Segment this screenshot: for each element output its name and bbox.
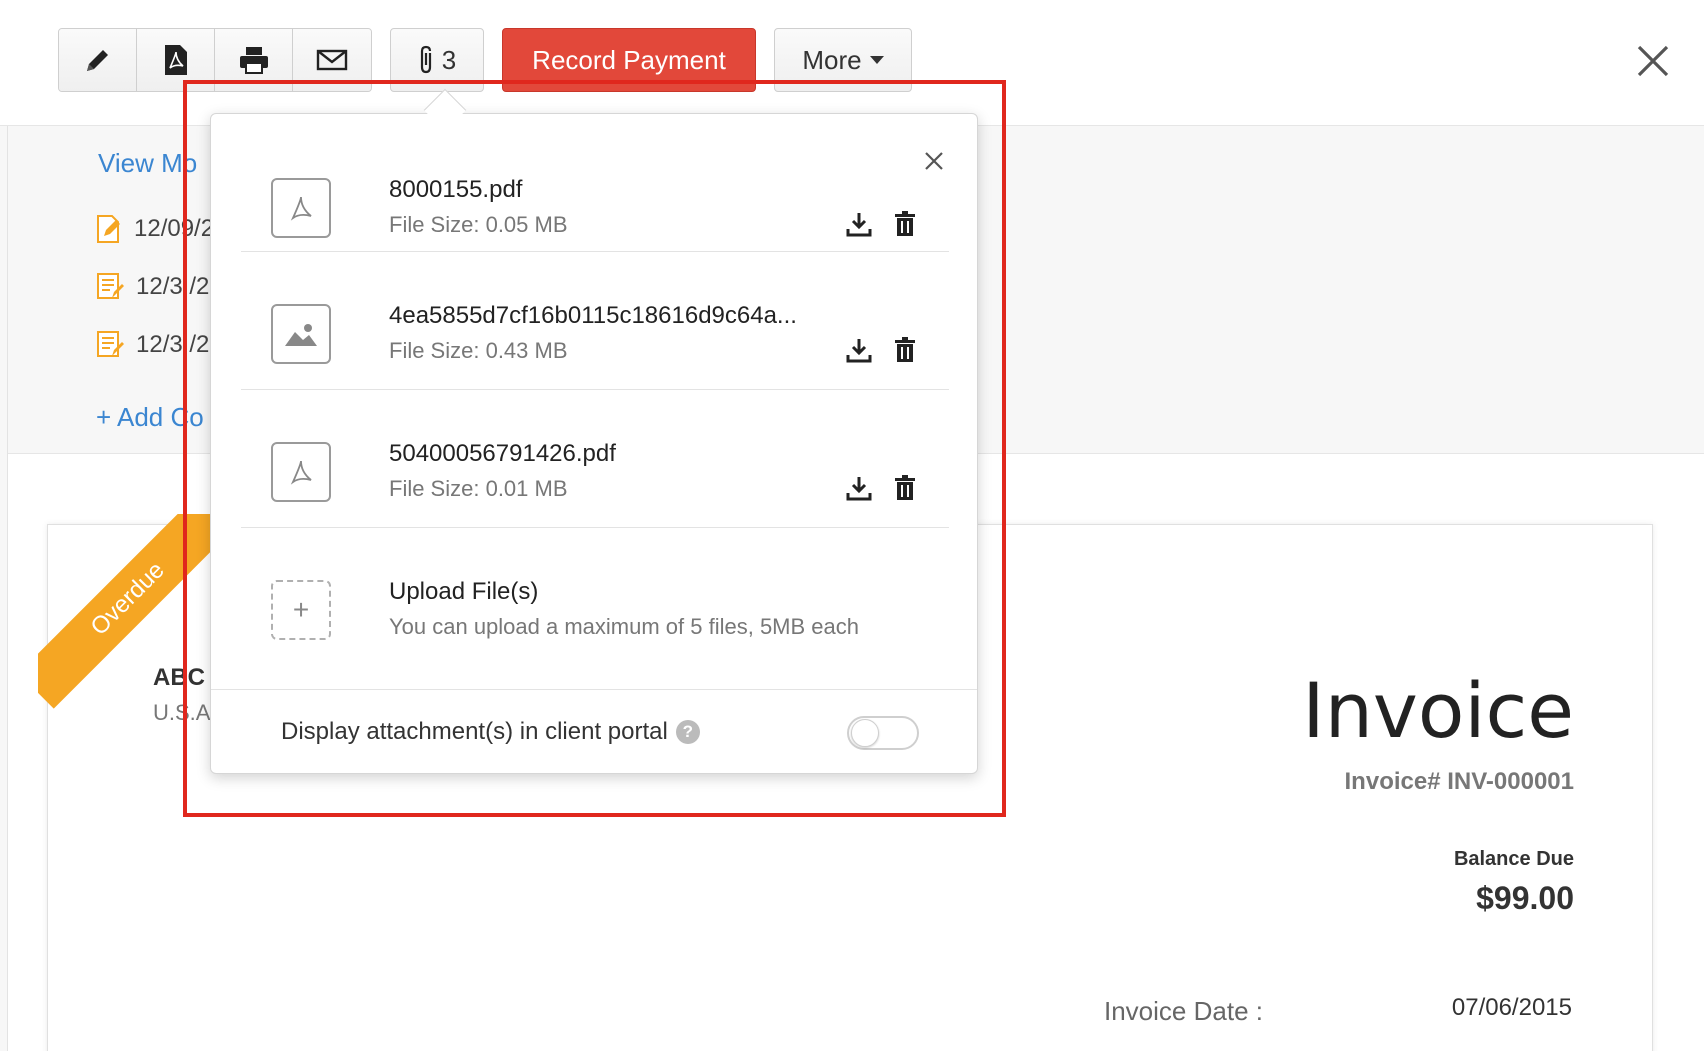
edit-button[interactable]	[59, 29, 137, 91]
pdf-file-icon	[271, 178, 331, 238]
balance-due-label: Balance Due	[1453, 848, 1574, 870]
action-button-group	[58, 28, 372, 92]
toggle-knob	[851, 719, 879, 747]
customer-name: ABC	[153, 664, 205, 691]
trash-icon[interactable]	[892, 210, 918, 238]
more-dropdown-button[interactable]: More	[774, 28, 912, 92]
activity-date: 12/3 /2	[136, 331, 210, 358]
balance-due-amount: $99.00	[1476, 880, 1574, 916]
left-edge-strip	[0, 0, 8, 1051]
caret-down-icon	[869, 56, 884, 64]
envelope-icon	[316, 49, 348, 71]
pdf-icon	[164, 45, 187, 75]
invoice-date-value: 07/06/2015	[1451, 994, 1572, 1021]
invoice-number: Invoice# INV-000001	[1344, 768, 1574, 795]
plus-icon[interactable]: +	[271, 580, 331, 640]
pencil-icon	[86, 50, 108, 71]
activity-date: 12/3 /2	[136, 273, 210, 300]
customer-country: U.S.A	[153, 700, 211, 725]
note-document-icon	[97, 273, 124, 299]
pdf-button[interactable]	[137, 29, 215, 91]
invoice-title: Invoice	[1302, 666, 1574, 755]
upload-row[interactable]: + Upload File(s) You can upload a maximu…	[241, 528, 949, 666]
status-ribbon-label: Overdue	[38, 514, 238, 709]
client-portal-setting: Display attachment(s) in client portal ?	[211, 689, 977, 773]
client-portal-label: Display attachment(s) in client portal	[281, 718, 668, 745]
record-payment-button[interactable]: Record Payment	[502, 28, 756, 92]
activity-item: 12/09/2	[96, 214, 214, 244]
status-ribbon: Overdue	[38, 514, 238, 714]
record-payment-label: Record Payment	[532, 44, 726, 75]
close-icon[interactable]	[1636, 44, 1670, 78]
attachments-button[interactable]: 3	[390, 28, 484, 92]
invoice-date-label: Invoice Date :	[1104, 996, 1263, 1026]
attachment-filename[interactable]: 4ea5855d7cf16b0115c18616d9c64a...	[389, 302, 797, 330]
more-label: More	[802, 44, 862, 75]
view-more-link[interactable]: View Mo	[98, 148, 197, 179]
attachment-row: 4ea5855d7cf16b0115c18616d9c64a... File S…	[241, 252, 949, 390]
upload-hint: You can upload a maximum of 5 files, 5MB…	[389, 614, 860, 639]
image-file-icon	[271, 304, 331, 364]
upload-label[interactable]: Upload File(s)	[389, 578, 538, 606]
printer-icon	[239, 47, 268, 74]
trash-icon[interactable]	[892, 474, 918, 502]
activity-item: 12/3 /2	[96, 272, 209, 302]
paperclip-icon	[420, 45, 431, 74]
activity-item: 12/3 /2	[96, 330, 209, 360]
activity-date: 12/09/2	[134, 215, 215, 242]
note-document-icon	[97, 331, 124, 357]
trash-icon[interactable]	[892, 336, 918, 364]
email-button[interactable]	[293, 29, 371, 91]
invoice-toolbar: 3 Record Payment More	[0, 0, 1704, 126]
attachment-row: 50400056791426.pdf File Size: 0.01 MB	[241, 390, 949, 528]
attachment-filesize: File Size: 0.05 MB	[389, 212, 568, 237]
attachment-row: 8000155.pdf File Size: 0.05 MB	[241, 114, 949, 252]
add-comment-link[interactable]: + Add Co	[96, 402, 204, 433]
attachments-popover: 8000155.pdf File Size: 0.05 MB 4ea5855d7…	[210, 113, 978, 774]
client-portal-toggle[interactable]	[847, 716, 919, 750]
attachment-filename[interactable]: 50400056791426.pdf	[389, 440, 616, 468]
pdf-file-icon	[271, 442, 331, 502]
attachment-filesize: File Size: 0.01 MB	[389, 476, 568, 501]
download-icon[interactable]	[846, 210, 872, 238]
help-icon[interactable]: ?	[675, 720, 700, 744]
attachment-filesize: File Size: 0.43 MB	[389, 338, 568, 363]
download-icon[interactable]	[846, 474, 872, 502]
client-portal-label-wrap: Display attachment(s) in client portal ?	[281, 718, 700, 746]
edit-document-icon	[97, 215, 120, 243]
attachment-filename[interactable]: 8000155.pdf	[389, 176, 522, 204]
print-button[interactable]	[215, 29, 293, 91]
attachment-count: 3	[441, 44, 457, 75]
download-icon[interactable]	[846, 336, 872, 364]
